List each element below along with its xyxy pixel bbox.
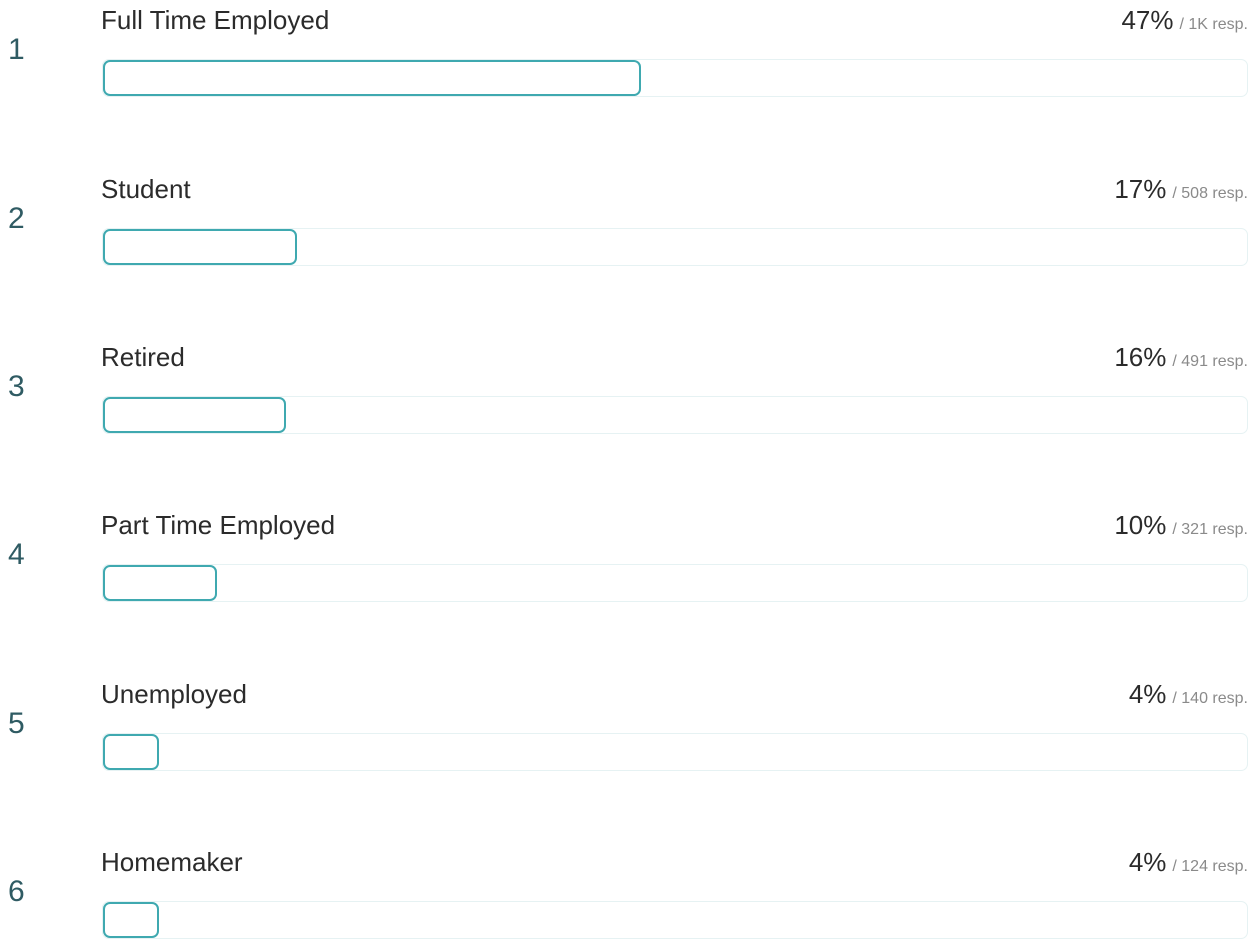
progress-track: [102, 733, 1248, 771]
progress-track: [102, 396, 1248, 434]
option-label: Retired: [101, 342, 185, 372]
result-stats: 16% / 491 resp.: [1114, 340, 1248, 379]
progress-track: [102, 901, 1248, 939]
result-row: 5 Unemployed 4% / 140 resp.: [0, 674, 1259, 784]
rank-number: 3: [8, 370, 25, 403]
percent-value: 47%: [1121, 5, 1174, 35]
percent-value: 10%: [1114, 510, 1167, 540]
response-count: 1K resp.: [1188, 16, 1248, 33]
response-count: 321 resp.: [1181, 521, 1248, 538]
result-row: 4 Part Time Employed 10% / 321 resp.: [0, 505, 1259, 615]
progress-fill: [103, 734, 159, 770]
rank-number: 1: [8, 33, 25, 66]
progress-track: [102, 564, 1248, 602]
stats-separator: /: [1172, 521, 1182, 538]
rank-number: 2: [8, 202, 25, 235]
option-label: Homemaker: [101, 847, 243, 877]
rank-number: 5: [8, 707, 25, 740]
stats-separator: /: [1172, 690, 1182, 707]
progress-fill: [103, 565, 217, 601]
result-stats: 47%/ 1K resp.: [1121, 3, 1248, 42]
progress-track: [102, 228, 1248, 266]
stats-separator: /: [1172, 858, 1182, 875]
option-label: Student: [101, 174, 191, 204]
percent-value: 4%: [1128, 679, 1167, 709]
percent-value: 16%: [1114, 342, 1167, 372]
result-row: 1 Full Time Employed 47%/ 1K resp.: [0, 0, 1259, 110]
progress-fill: [103, 229, 297, 265]
response-count: 491 resp.: [1181, 353, 1248, 370]
percent-value: 4%: [1128, 847, 1167, 877]
result-stats: 17% / 508 resp.: [1114, 172, 1248, 211]
response-count: 124 resp.: [1181, 858, 1248, 875]
progress-track: [102, 59, 1248, 97]
response-count: 140 resp.: [1181, 690, 1248, 707]
percent-value: 17%: [1114, 174, 1167, 204]
option-label: Unemployed: [101, 679, 247, 709]
result-row: 3 Retired 16% / 491 resp.: [0, 337, 1259, 447]
result-row: 2 Student 17% / 508 resp.: [0, 169, 1259, 279]
response-count: 508 resp.: [1181, 185, 1248, 202]
result-stats: 4% / 124 resp.: [1129, 845, 1248, 884]
option-label: Part Time Employed: [101, 510, 336, 540]
stats-separator: /: [1172, 185, 1182, 202]
stats-separator: /: [1172, 353, 1182, 370]
progress-fill: [103, 397, 286, 433]
rank-number: 6: [8, 875, 25, 908]
result-stats: 4% / 140 resp.: [1129, 677, 1248, 716]
result-stats: 10% / 321 resp.: [1114, 508, 1248, 547]
rank-number: 4: [8, 538, 25, 571]
progress-fill: [103, 60, 641, 96]
progress-fill: [103, 902, 159, 938]
option-label: Full Time Employed: [101, 5, 330, 35]
